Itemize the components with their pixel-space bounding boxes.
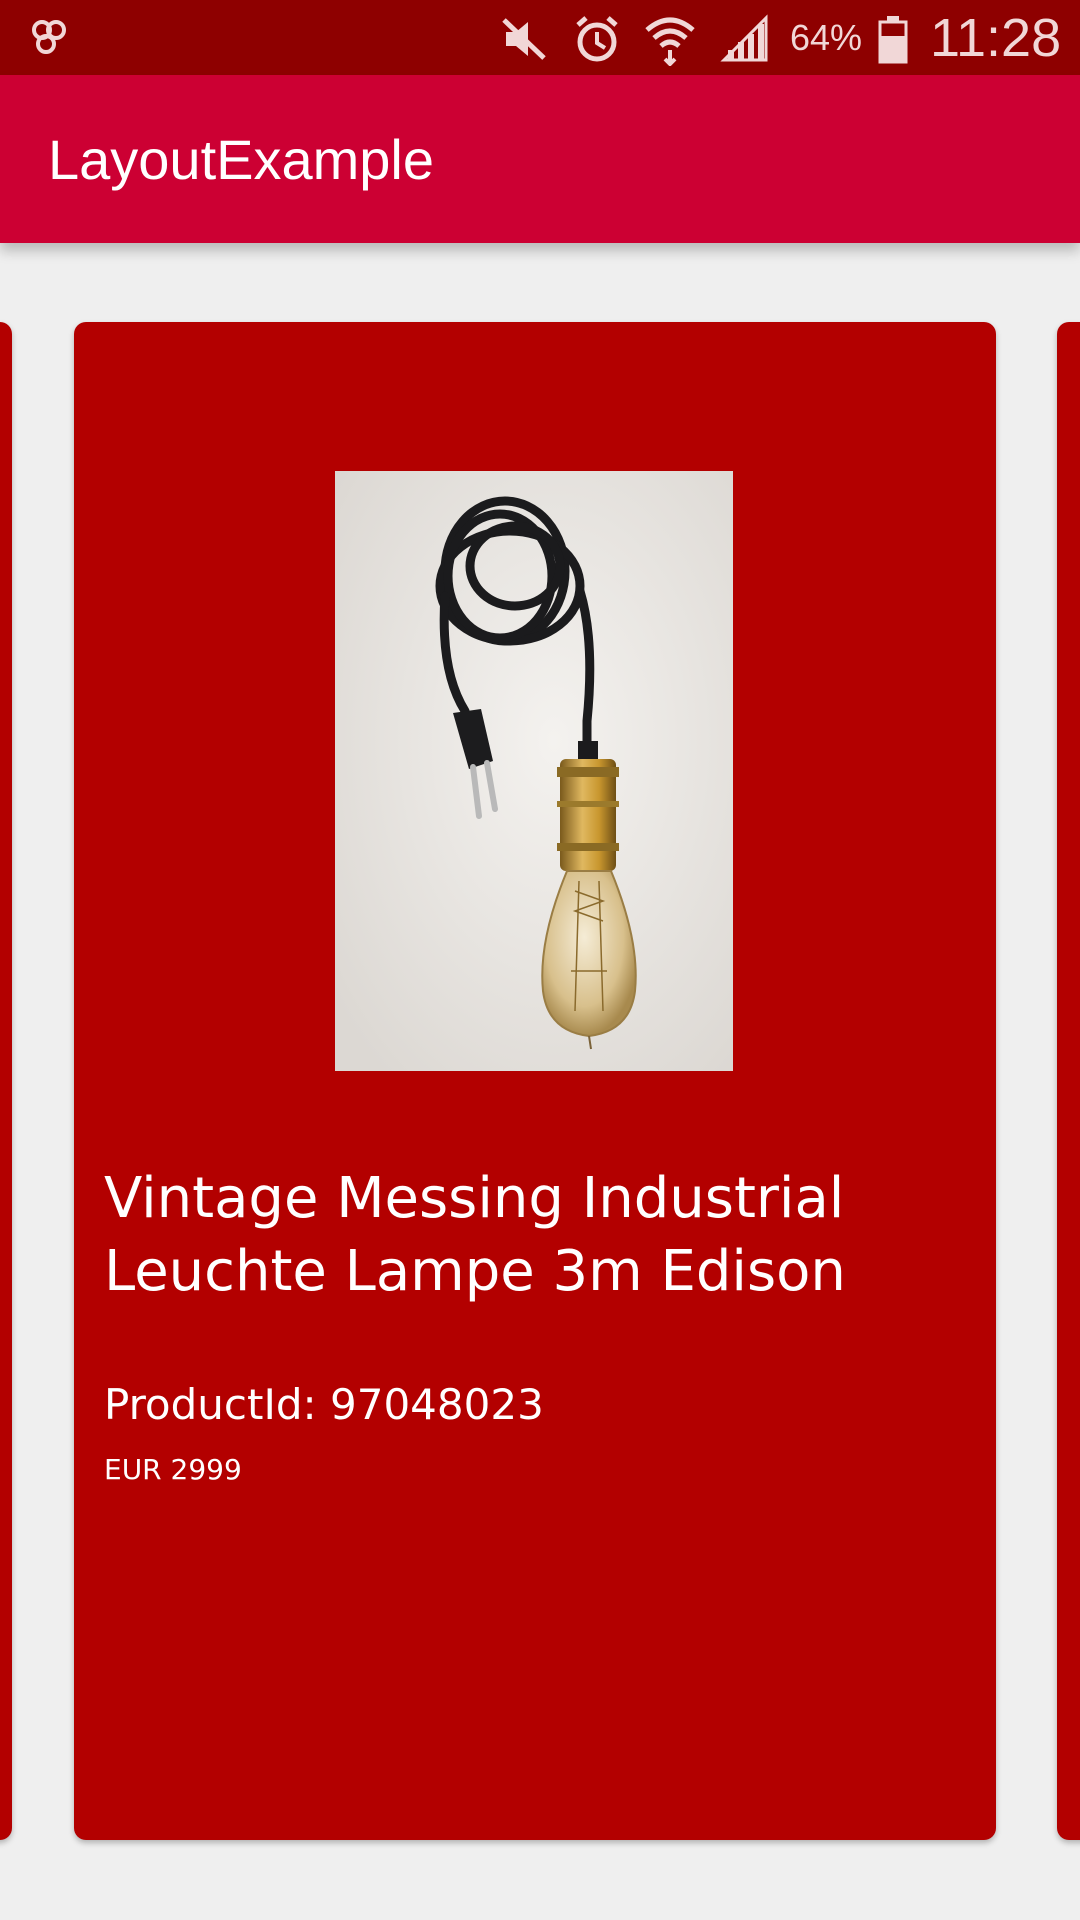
previous-product-card[interactable] bbox=[0, 322, 12, 1840]
app-notification-icon bbox=[32, 20, 66, 54]
product-card[interactable]: Vintage Messing Industrial Leuchte Lampe… bbox=[74, 322, 996, 1840]
status-clock: 11:28 bbox=[930, 8, 1062, 68]
next-product-card[interactable] bbox=[1057, 322, 1080, 1840]
app-title: LayoutExample bbox=[48, 128, 435, 191]
wifi-icon bbox=[645, 17, 695, 66]
battery-icon bbox=[878, 16, 908, 64]
product-image bbox=[335, 471, 733, 1071]
product-title: Vintage Messing Industrial Leuchte Lampe… bbox=[104, 1166, 846, 1304]
product-price: EUR 2999 bbox=[104, 1453, 242, 1486]
signal-icon bbox=[720, 14, 768, 62]
app-bar: LayoutExample bbox=[0, 75, 1080, 243]
product-id: ProductId: 97048023 bbox=[104, 1380, 544, 1429]
status-bar: 64% 11:28 bbox=[0, 0, 1080, 75]
mute-icon bbox=[502, 18, 546, 60]
battery-percentage: 64% bbox=[790, 17, 863, 58]
alarm-icon bbox=[576, 16, 618, 62]
